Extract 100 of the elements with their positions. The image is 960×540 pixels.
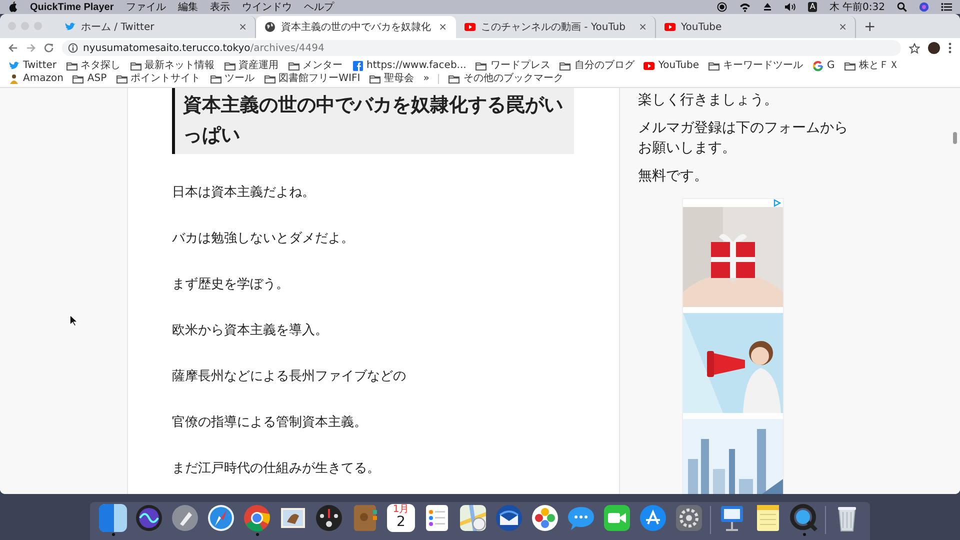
app-menu[interactable]: QuickTime Player: [30, 2, 114, 12]
folder-icon: [130, 60, 142, 72]
article-heading: 資本主義の世の中でバカを奴隷化する罠がいっぱい: [172, 88, 574, 154]
bookmark[interactable]: メンター: [288, 59, 343, 72]
calendar-icon[interactable]: 1月 2: [387, 504, 415, 532]
folder-icon: [448, 72, 460, 84]
app-icon[interactable]: [135, 504, 163, 532]
new-tab-button[interactable]: +: [856, 16, 884, 38]
search-icon[interactable]: [897, 2, 907, 12]
orb-icon[interactable]: [919, 2, 929, 12]
bookmark[interactable]: 資産運用: [224, 59, 279, 72]
app-icon[interactable]: [754, 504, 782, 532]
bookmark[interactable]: ワードプレス: [475, 59, 550, 72]
bookmark[interactable]: YouTube: [643, 59, 700, 72]
paragraph: 官僚の指導による管制資本主義。: [172, 414, 368, 432]
folder-icon: [72, 72, 84, 84]
close-icon[interactable]: ×: [638, 22, 647, 32]
app-icon[interactable]: [459, 504, 487, 532]
wifi-icon[interactable]: [738, 2, 751, 12]
app-icon[interactable]: [315, 504, 343, 532]
bookmark[interactable]: ツール: [210, 72, 255, 85]
folder-icon: [66, 60, 78, 72]
app-icon[interactable]: [675, 504, 703, 532]
bookmark[interactable]: ネタ探し: [66, 59, 121, 72]
app-icon[interactable]: [423, 504, 451, 532]
app-icon[interactable]: [243, 504, 271, 532]
bookmark[interactable]: 自分のブログ: [559, 59, 634, 72]
globe-icon: [264, 21, 276, 33]
folder-icon: [288, 60, 300, 72]
app-icon[interactable]: [531, 504, 559, 532]
sidebar-text: メルマガ登録は下のフォームから お願いします。: [638, 119, 849, 158]
scrollbar-thumb[interactable]: [953, 132, 957, 144]
back-icon[interactable]: [8, 43, 18, 53]
volume-icon[interactable]: [784, 2, 796, 12]
folder-icon: [264, 72, 276, 84]
bookmark[interactable]: G: [812, 59, 835, 72]
close-icon[interactable]: ×: [838, 22, 847, 32]
menu-item[interactable]: ウインドウ: [242, 0, 292, 14]
app-icon[interactable]: [171, 504, 199, 532]
bookmark[interactable]: 図書館フリーWIFI: [264, 72, 360, 85]
bookmark[interactable]: キーワードツール: [708, 59, 804, 72]
paragraph: まず歴史を学ぼう。: [172, 276, 290, 294]
bookmark[interactable]: https://www.faceb...: [352, 59, 466, 72]
clock[interactable]: 木 午前0:32: [829, 0, 885, 14]
folder-icon: [369, 72, 382, 84]
play-icon: [464, 21, 476, 33]
close-icon[interactable]: ×: [238, 22, 247, 32]
menu-item[interactable]: 表示: [210, 0, 230, 14]
menu-icon[interactable]: [948, 42, 952, 54]
reload-icon[interactable]: [44, 43, 54, 53]
app-icon[interactable]: [639, 504, 667, 532]
menu-item[interactable]: 編集: [178, 0, 198, 14]
app-icon[interactable]: [718, 504, 746, 532]
record-icon[interactable]: [716, 2, 727, 12]
app-icon[interactable]: [567, 504, 595, 532]
url-text: nyusumatomesaito.terucco.tokyo/archives/4494: [83, 42, 324, 54]
more-bookmarks-button[interactable]: »: [423, 72, 430, 85]
folder-icon: [210, 72, 222, 84]
paragraph: まだ江戸時代の仕組みが生きてる。: [172, 460, 381, 478]
bookmark[interactable]: ASP: [72, 72, 107, 85]
cursor-icon: [69, 314, 78, 327]
bookmark[interactable]: ポイントサイト: [116, 72, 201, 85]
bookmark[interactable]: 聖母会: [369, 72, 414, 85]
input-mode-indicator[interactable]: A: [808, 2, 818, 12]
app-icon[interactable]: [207, 504, 235, 532]
ad-banner[interactable]: [682, 198, 784, 494]
bookmark[interactable]: Twitter: [8, 59, 57, 72]
sidebar-text: 楽しく行きましょう。: [638, 91, 779, 110]
star-icon[interactable]: [909, 42, 920, 54]
sidebar-text: 無料です。: [638, 167, 709, 186]
paragraph: バカは勉強しないとダメだよ。: [172, 230, 355, 248]
play-icon: [664, 21, 676, 33]
browser-tab[interactable]: 資本主義の世の中でバカを奴隷化 ×: [256, 16, 456, 38]
folder-icon: [559, 60, 572, 72]
paragraph: 日本は資本主義だよね。: [172, 184, 316, 202]
bookmark[interactable]: その他のブックマーク: [448, 72, 564, 85]
bookmark[interactable]: 株とＦＸ: [844, 59, 899, 72]
folder-icon: [224, 60, 236, 72]
menu-item[interactable]: ヘルプ: [304, 0, 334, 14]
bird-icon: [64, 21, 76, 33]
folder-icon: [844, 60, 856, 72]
ad-choices-icon[interactable]: [773, 199, 781, 207]
address-field[interactable]: nyusumatomesaito.terucco.tokyo/archives/4494: [62, 40, 901, 56]
avatar[interactable]: [928, 42, 940, 54]
app-icon[interactable]: [790, 504, 818, 532]
list-icon[interactable]: [941, 2, 952, 12]
bookmark[interactable]: Amazon: [8, 72, 64, 85]
calendar-day: 2: [396, 515, 406, 530]
figure-icon: [8, 72, 20, 84]
folder-icon: [708, 60, 720, 72]
app-icon[interactable]: [603, 504, 631, 532]
bookmark[interactable]: 最新ネット情報: [130, 59, 215, 72]
close-icon[interactable]: ×: [438, 22, 447, 32]
calendar-month: 1月: [392, 505, 410, 515]
menu-item[interactable]: ファイル: [126, 0, 166, 14]
eject-icon[interactable]: [762, 2, 772, 12]
apple-icon[interactable]: [8, 1, 18, 13]
paragraph: 薩摩長州などによる長州ファイブなどの: [172, 368, 407, 386]
app-icon[interactable]: [495, 504, 523, 532]
info-icon: [68, 43, 78, 53]
